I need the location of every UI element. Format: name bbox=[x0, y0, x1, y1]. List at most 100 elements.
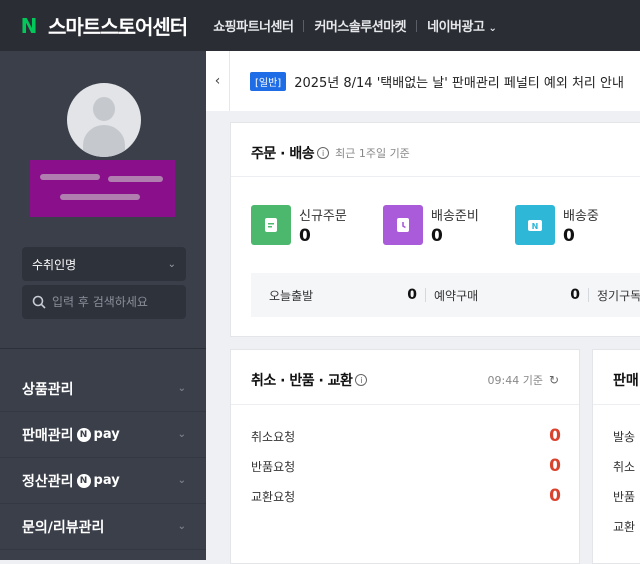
sidebar-item-label: 문의/리뷰관리 bbox=[22, 519, 105, 536]
timestamp-text: 09:44 기준 bbox=[487, 374, 543, 387]
stat-value: 0 bbox=[299, 226, 311, 246]
naver-logo-icon[interactable]: N bbox=[20, 16, 38, 36]
shipping-icon: N bbox=[515, 205, 555, 245]
avatar-head-shape bbox=[93, 97, 115, 121]
sub-label: 오늘출발 bbox=[269, 288, 314, 303]
chevron-down-icon: ⌄ bbox=[167, 258, 176, 270]
redaction-stroke bbox=[108, 176, 163, 182]
chevron-down-icon: ⌄ bbox=[488, 23, 497, 34]
stat-value: 0 bbox=[563, 226, 575, 246]
claim-value[interactable]: 0 bbox=[549, 486, 561, 506]
seller-select-value: 수취인명 bbox=[32, 257, 77, 272]
sales-card: 판매 발송 취소 반품 교환 bbox=[592, 349, 640, 564]
stat-label: 배송중 bbox=[563, 209, 599, 224]
sales-card-title[interactable]: 판매 bbox=[613, 370, 639, 390]
claims-timestamp: 09:44 기준 ↻ bbox=[488, 372, 560, 388]
stat-preparing[interactable]: 배송준비 0 bbox=[383, 205, 479, 246]
subscription[interactable]: 정기구독 bbox=[597, 287, 640, 304]
npay-badge: Npay bbox=[76, 473, 120, 488]
claim-value[interactable]: 0 bbox=[549, 456, 561, 476]
claim-label: 반품요청 bbox=[251, 459, 296, 474]
info-icon[interactable]: i bbox=[317, 147, 330, 159]
nav-commerce-solution-market[interactable]: 커머스솔루션마켓 bbox=[304, 16, 416, 35]
sidebar: 수취인명 ⌄ 상품관리 ⌄ 판매관리 Npay ⌄ 정산관리 Npay ⌄ 문의… bbox=[0, 51, 206, 560]
sales-row[interactable]: 취소 bbox=[613, 458, 635, 475]
sub-label: 정기구독 bbox=[597, 288, 640, 303]
chevron-down-icon: ⌄ bbox=[177, 383, 186, 394]
claims-card: 취소 · 반품 · 교환 i 09:44 기준 ↻ 취소요청 0 반품요청 0 … bbox=[230, 349, 580, 564]
stat-value: 0 bbox=[431, 226, 443, 246]
sub-value: 0 bbox=[570, 287, 580, 303]
sidebar-item-label: 상품관리 bbox=[22, 381, 74, 398]
claims-card-title[interactable]: 취소 · 반품 · 교환 bbox=[251, 370, 353, 390]
claims-card-header: 취소 · 반품 · 교환 i bbox=[251, 370, 368, 390]
divider bbox=[588, 288, 589, 302]
sub-label: 예약구매 bbox=[434, 288, 479, 303]
nav-shopping-partner-center[interactable]: 쇼핑파트너센터 bbox=[203, 16, 303, 35]
npay-label: pay bbox=[93, 473, 120, 488]
svg-text:N: N bbox=[532, 222, 539, 231]
info-icon[interactable]: i bbox=[355, 374, 368, 386]
app-title[interactable]: 스마트스토어센터 bbox=[48, 11, 188, 40]
claim-row-return[interactable]: 반품요청 0 bbox=[251, 456, 561, 476]
avatar-body-shape bbox=[83, 125, 125, 157]
clock-icon bbox=[383, 205, 423, 245]
sidebar-menu: 상품관리 ⌄ 판매관리 Npay ⌄ 정산관리 Npay ⌄ 문의/리뷰관리 ⌄ bbox=[0, 366, 206, 550]
sidebar-item-settlement-management[interactable]: 정산관리 Npay ⌄ bbox=[0, 458, 206, 504]
npay-logo-icon: N bbox=[76, 427, 91, 442]
sales-row[interactable]: 교환 bbox=[613, 518, 635, 535]
claim-value[interactable]: 0 bbox=[549, 426, 561, 446]
chevron-left-icon: ‹ bbox=[214, 73, 221, 89]
orders-sub-row: 오늘출발 0 예약구매 0 정기구독 bbox=[251, 273, 640, 317]
npay-badge: Npay bbox=[76, 427, 120, 442]
notice-text[interactable]: 2025년 8/14 '택배없는 날' 판매관리 페널티 예외 처리 안내 bbox=[294, 72, 624, 91]
stat-new-orders[interactable]: 신규주문 0 bbox=[251, 205, 347, 246]
stat-shipping[interactable]: N 배송중 0 bbox=[515, 205, 599, 246]
refresh-icon[interactable]: ↻ bbox=[549, 373, 559, 387]
stat-label: 신규주문 bbox=[299, 209, 347, 224]
npay-label: pay bbox=[93, 427, 120, 442]
nav-naver-ads-label: 네이버광고 bbox=[427, 20, 485, 35]
stat-label: 배송준비 bbox=[431, 209, 479, 224]
notice-banner[interactable]: [일반] 2025년 8/14 '택배없는 날' 판매관리 페널티 예외 처리 … bbox=[230, 51, 640, 111]
reserved-purchase[interactable]: 예약구매 0 bbox=[434, 287, 580, 304]
top-nav: 쇼핑파트너센터 커머스솔루션마켓 네이버광고 ⌄ bbox=[203, 16, 506, 35]
orders-card: 주문 · 배송 i 최근 1주일 기준 신규주문 0 배송준비 0 N 배송중 0 오… bbox=[230, 122, 640, 337]
divider bbox=[231, 404, 579, 405]
search-input[interactable] bbox=[52, 295, 172, 309]
sidebar-item-sales-management[interactable]: 판매관리 Npay ⌄ bbox=[0, 412, 206, 458]
top-bar: N 스마트스토어센터 쇼핑파트너센터 커머스솔루션마켓 네이버광고 ⌄ bbox=[0, 0, 640, 51]
claim-row-cancel[interactable]: 취소요청 0 bbox=[251, 426, 561, 446]
seller-select[interactable]: 수취인명 ⌄ bbox=[22, 247, 186, 281]
divider bbox=[593, 404, 640, 405]
claim-row-exchange[interactable]: 교환요청 0 bbox=[251, 486, 561, 506]
npay-logo-icon: N bbox=[76, 473, 91, 488]
orders-card-title[interactable]: 주문 · 배송 bbox=[251, 143, 315, 163]
sidebar-search bbox=[22, 285, 186, 319]
redacted-store-name bbox=[30, 160, 175, 217]
claim-label: 취소요청 bbox=[251, 429, 296, 444]
claim-label: 교환요청 bbox=[251, 489, 296, 504]
avatar[interactable] bbox=[67, 83, 141, 157]
chevron-down-icon: ⌄ bbox=[177, 521, 186, 532]
new-order-icon bbox=[251, 205, 291, 245]
sidebar-collapse-button[interactable]: ‹ bbox=[206, 51, 230, 111]
redaction-stroke bbox=[60, 194, 140, 200]
sales-row[interactable]: 발송 bbox=[613, 428, 635, 445]
sidebar-divider bbox=[0, 348, 206, 349]
today-dispatch[interactable]: 오늘출발 0 bbox=[251, 287, 417, 304]
nav-naver-ads[interactable]: 네이버광고 ⌄ bbox=[417, 16, 506, 35]
chevron-down-icon: ⌄ bbox=[177, 429, 186, 440]
notice-tag: [일반] bbox=[250, 71, 287, 91]
orders-card-header: 주문 · 배송 i 최근 1주일 기준 bbox=[251, 143, 410, 163]
sub-value: 0 bbox=[407, 287, 417, 303]
sidebar-item-inquiry-review-management[interactable]: 문의/리뷰관리 ⌄ bbox=[0, 504, 206, 550]
chevron-down-icon: ⌄ bbox=[177, 475, 186, 486]
orders-card-subtitle: 최근 1주일 기준 bbox=[335, 147, 410, 160]
sidebar-item-label: 판매관리 bbox=[22, 427, 74, 444]
sales-row[interactable]: 반품 bbox=[613, 488, 635, 505]
search-icon bbox=[32, 295, 46, 309]
divider bbox=[425, 288, 426, 302]
divider bbox=[231, 176, 640, 177]
sidebar-item-product-management[interactable]: 상품관리 ⌄ bbox=[0, 366, 206, 412]
